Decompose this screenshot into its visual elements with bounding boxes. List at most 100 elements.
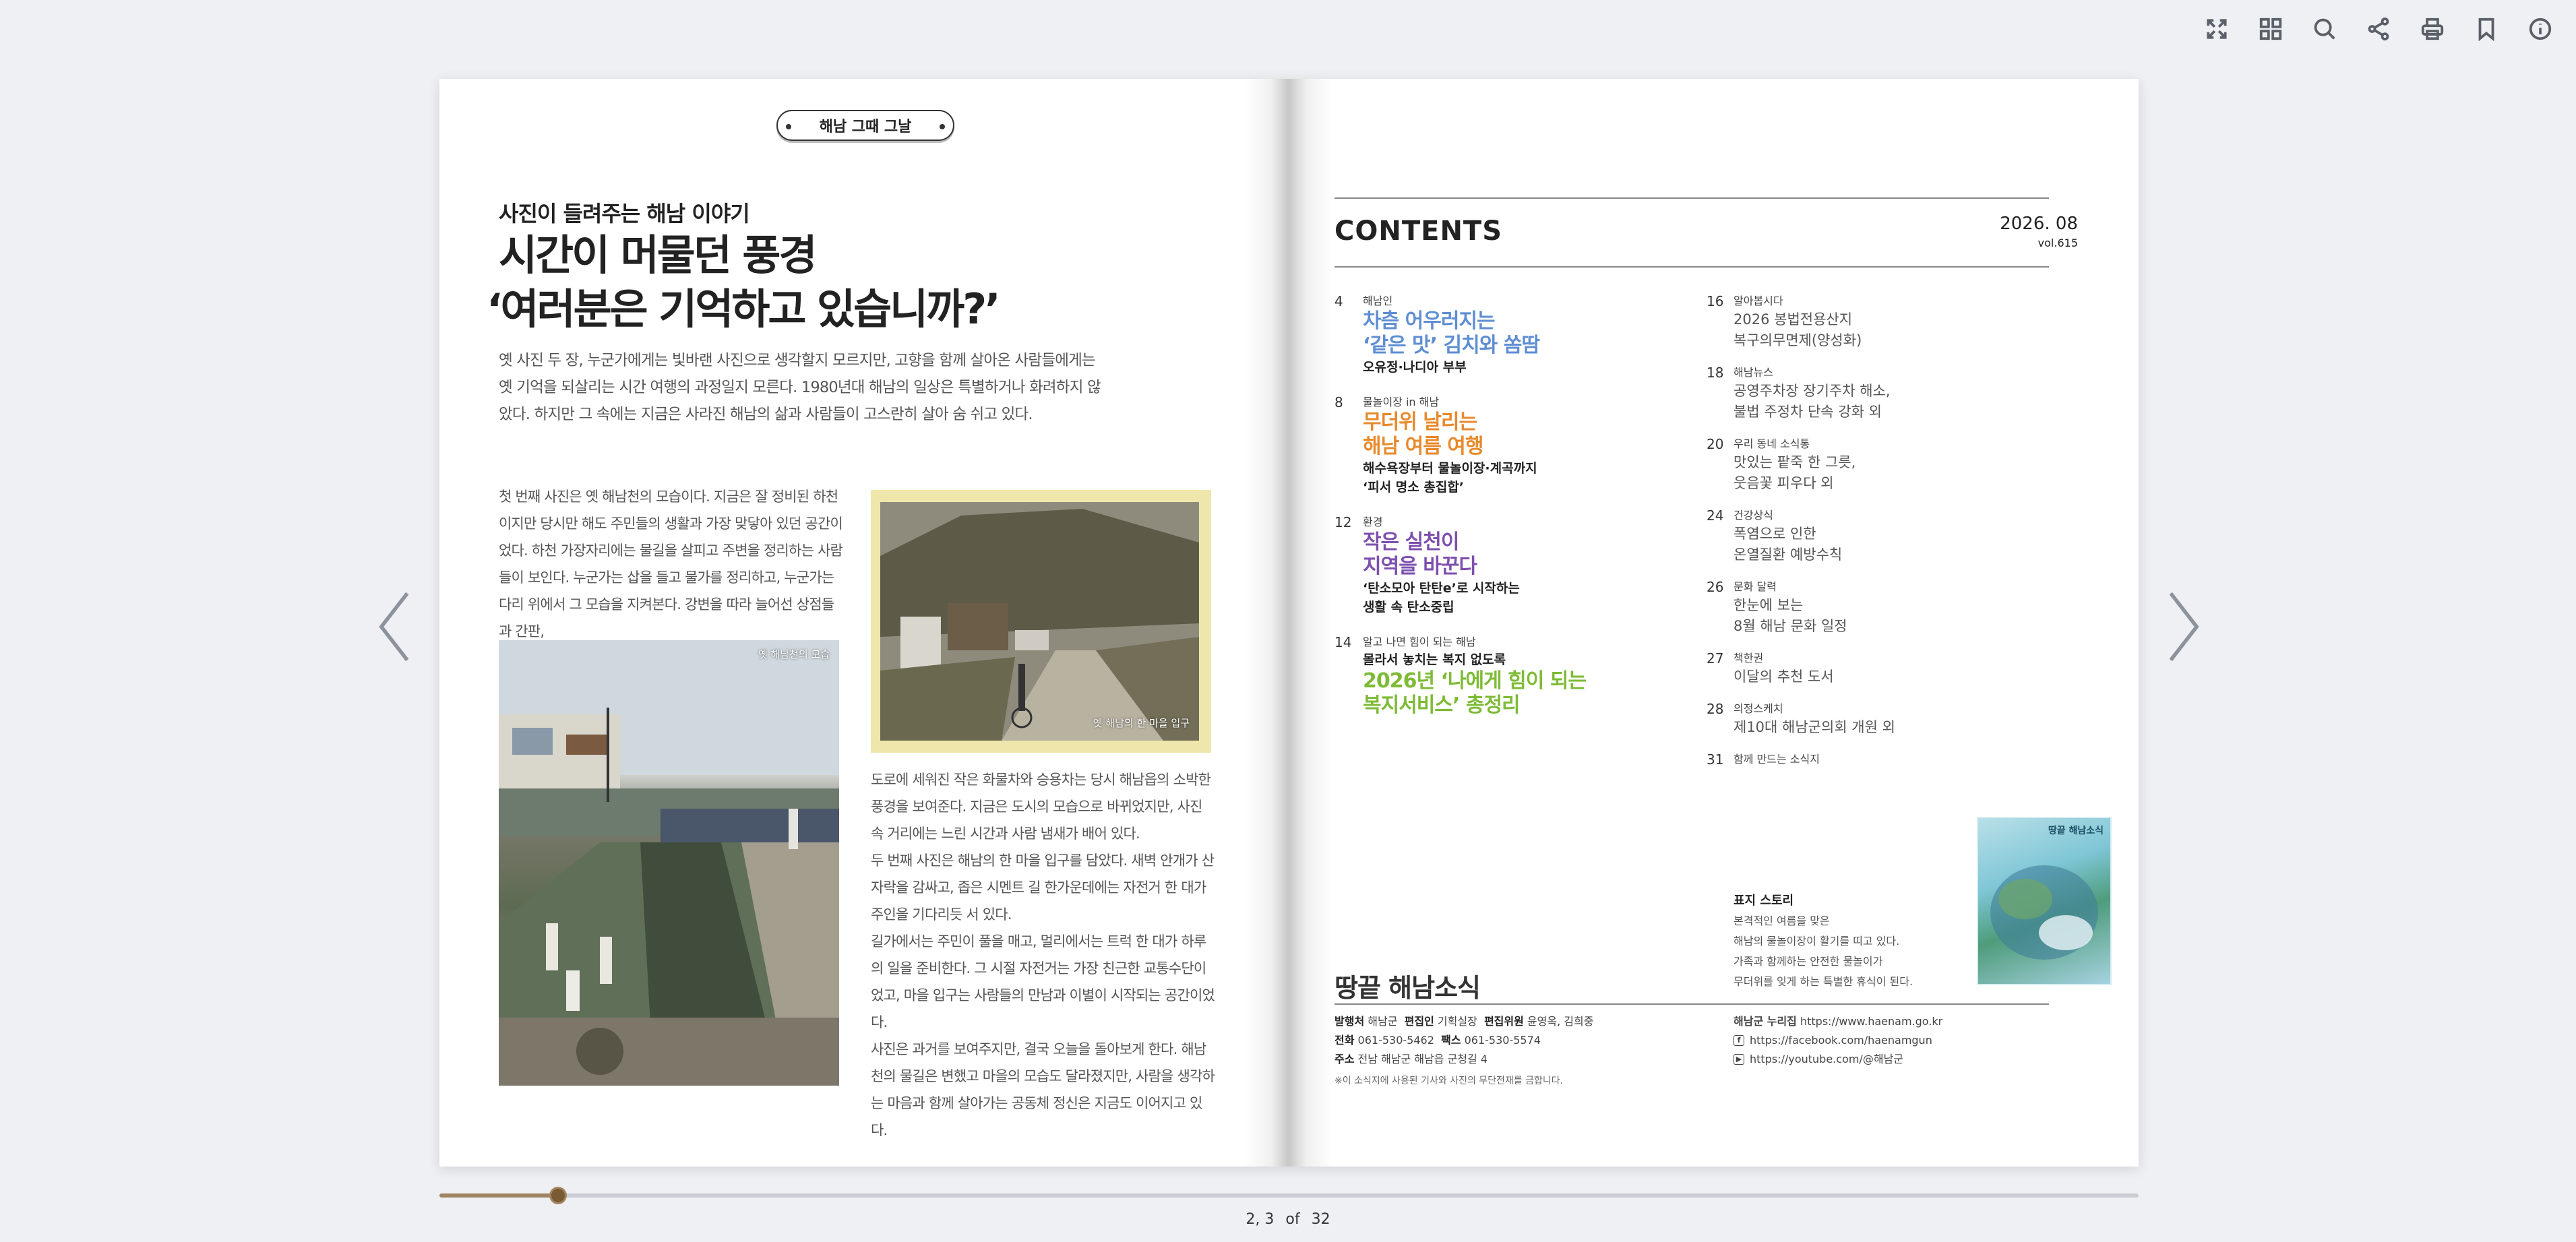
toc-category: 함께 만드는 소식지: [1734, 753, 1820, 766]
toc-headline: 복지서비스’ 총정리: [1363, 693, 1521, 717]
page-of-label: of: [1285, 1211, 1300, 1228]
toc-category: 해남뉴스: [1734, 366, 1773, 379]
toc-page-number: 4: [1335, 293, 1343, 309]
cover-thumbnail[interactable]: 땅끝 해남소식: [1977, 817, 2112, 985]
print-icon[interactable]: [2417, 13, 2448, 44]
divider: [1335, 197, 2049, 199]
toc-subtitle: 몰라서 놓치는 복지 없도록: [1363, 652, 1506, 667]
editorial-label: 편집위원: [1483, 1015, 1524, 1028]
photo-stream-illustration: [499, 640, 839, 1086]
toc-headline: 작은 실천이: [1363, 530, 1459, 554]
section-tag: 해남 그때 그날: [776, 110, 954, 141]
divider: [1335, 266, 2049, 268]
photo2-caption: 옛 해남의 한 마을 입구: [1093, 717, 1190, 729]
toc-category: 알아봅시다: [1734, 294, 1783, 307]
slider-handle[interactable]: [549, 1187, 568, 1204]
colophon: 발행처 해남군 편집인 기획실장 편집위원 윤영옥, 김희중 전화 061-53…: [1335, 1012, 1712, 1090]
toc-title: 불법 주정차 단속 강화 외: [1734, 404, 1882, 420]
fax-label: 팩스: [1441, 1034, 1461, 1047]
body-col2-paragraph-2: 두 번째 사진은 해남의 한 마을 입구를 담았다. 새벽 안개가 산자락을 감…: [871, 852, 1215, 923]
toc-item[interactable]: 24 건강상식 폭염으로 인한 온열질환 예방수칙: [1707, 507, 2044, 565]
toc-page-number: 31: [1707, 751, 1724, 768]
page-slider[interactable]: [439, 1187, 2139, 1204]
toc-subtitle: 생활 속 탄소중립: [1363, 600, 1454, 615]
photo-village-illustration: [880, 502, 1199, 741]
page-right[interactable]: CONTENTS 2026. 08 vol.615 4 해남인 차츰 어우러지는…: [1289, 79, 2139, 1167]
headline-line-1: 시간이 머물던 풍경: [499, 230, 817, 280]
toc-item[interactable]: 20 우리 동네 소식통 맛있는 팥죽 한 그릇, 웃음꽃 피우다 외: [1707, 436, 2044, 494]
toc-category: 알고 나면 힘이 되는 해남: [1363, 635, 1476, 648]
bookmark-icon[interactable]: [2471, 13, 2502, 44]
toc-category: 건강상식: [1734, 509, 1773, 522]
toc-category: 해남인: [1363, 294, 1393, 307]
photo1-caption: 옛 해남천의 모습: [758, 648, 830, 660]
toc-item[interactable]: 16 알아봅시다 2026 봉법전용산지 복구의무면제(양성화): [1707, 293, 2044, 351]
copyright-notice: ※이 소식지에 사용된 기사와 사진의 무단전재를 금합니다.: [1335, 1076, 1564, 1086]
facebook-link[interactable]: https://facebook.com/haenamgun: [1750, 1031, 1932, 1050]
toc-page-number: 16: [1707, 293, 1724, 309]
photo-old-haenamcheon: 옛 해남천의 모습: [499, 640, 839, 1086]
toc-title: 복구의무면제(양성화): [1734, 332, 1862, 348]
toc-headline: ‘같은 맛’ 김치와 쏨땀: [1363, 334, 1540, 357]
info-icon[interactable]: [2525, 13, 2556, 44]
youtube-icon: ▶: [1734, 1054, 1744, 1065]
editorial-value: 윤영옥, 김희중: [1527, 1015, 1594, 1028]
publisher-label: 발행처: [1335, 1015, 1365, 1028]
cover-story-line: 해남의 물놀이장이 활기를 띠고 있다.: [1734, 935, 1900, 948]
toc-item[interactable]: 27 책한권 이달의 추천 도서: [1707, 650, 2044, 687]
toc-title: 제10대 해남군의회 개원 외: [1734, 719, 1895, 735]
cover-story-line: 무더위를 잊게 하는 특별한 휴식이 된다.: [1734, 975, 1913, 988]
toc-title: 맛있는 팥죽 한 그릇,: [1734, 454, 1856, 470]
cover-story-line: 가족과 함께하는 안전한 물놀이가: [1734, 955, 1883, 968]
toc-headline: 지역을 바꾼다: [1363, 555, 1477, 578]
toc-title: 한눈에 보는: [1734, 597, 1804, 613]
toc-title: 2026 봉법전용산지: [1734, 311, 1853, 328]
toc-item[interactable]: 26 문화 달력 한눈에 보는 8월 해남 문화 일정: [1707, 579, 2044, 637]
contact-links: 해남군 누리집 https://www.haenam.go.kr f https…: [1734, 1012, 2044, 1069]
toc-category: 우리 동네 소식통: [1734, 437, 1810, 450]
toc-page-number: 8: [1335, 394, 1343, 410]
toc-item[interactable]: 8 물놀이장 in 해남 무더위 날리는 해남 여름 여행 해수욕장부터 물놀이…: [1335, 394, 1685, 497]
thumbnails-icon[interactable]: [2255, 13, 2286, 44]
toc-item[interactable]: 28 의정스케치 제10대 해남군의회 개원 외: [1707, 701, 2044, 738]
share-icon[interactable]: [2363, 13, 2394, 44]
toc-headline: 차츰 어우러지는: [1363, 309, 1496, 333]
search-icon[interactable]: [2309, 13, 2340, 44]
page-left[interactable]: 해남 그때 그날 사진이 들려주는 해남 이야기 시간이 머물던 풍경 ‘여러분…: [439, 79, 1289, 1167]
toc-title: 온열질환 예방수칙: [1734, 547, 1843, 563]
divider: [1335, 1003, 2049, 1005]
phone-value: 061-530-5462: [1357, 1034, 1434, 1047]
body-col2-paragraph-3: 길가에서는 주민이 풀을 매고, 멀리에서는 트럭 한 대가 하루의 일을 준비…: [871, 933, 1215, 1030]
brand-logo: 땅끝 해남소식: [1335, 973, 1481, 1003]
book-spread: 해남 그때 그날 사진이 들려주는 해남 이야기 시간이 머물던 풍경 ‘여러분…: [439, 79, 2139, 1167]
previous-page-button[interactable]: [367, 586, 421, 667]
address-value: 전남 해남군 해남읍 군청길 4: [1357, 1053, 1488, 1065]
fax-value: 061-530-5574: [1464, 1034, 1541, 1047]
toc-headline: 무더위 날리는: [1363, 410, 1477, 434]
toc-title: 이달의 추천 도서: [1734, 669, 1834, 685]
toc-item[interactable]: 12 환경 작은 실천이 지역을 바꾼다 ‘탄소모아 탄탄e’로 시작하는 생활…: [1335, 514, 1685, 617]
photo-village-entrance: 옛 해남의 한 마을 입구: [871, 490, 1211, 753]
toc-subtitle: 해수욕장부터 물놀이장·계곡까지: [1363, 461, 1537, 476]
chevron-left-icon: [379, 592, 409, 662]
toc-page-number: 26: [1707, 579, 1724, 595]
facebook-icon: f: [1734, 1035, 1744, 1046]
toc-category: 책한권: [1734, 652, 1764, 664]
youtube-link[interactable]: https://youtube.com/@해남군: [1750, 1050, 1903, 1069]
toc-list: 16 알아봅시다 2026 봉법전용산지 복구의무면제(양성화) 18 해남뉴스…: [1707, 293, 2044, 781]
cover-story-title: 표지 스토리: [1734, 894, 1794, 908]
toc-item[interactable]: 4 해남인 차츰 어우러지는 ‘같은 맛’ 김치와 쏨땀 오유정·나디아 부부: [1335, 293, 1685, 377]
toc-page-number: 20: [1707, 436, 1724, 452]
issue-volume: vol.615: [2037, 237, 2078, 249]
toc-title: 폭염으로 인한: [1734, 526, 1816, 542]
next-page-button[interactable]: [2157, 586, 2211, 667]
toc-item[interactable]: 18 해남뉴스 공영주차장 장기주차 해소, 불법 주정차 단속 강화 외: [1707, 365, 2044, 423]
toc-category: 환경: [1363, 516, 1383, 528]
body-col2-paragraph-1: 도로에 세워진 작은 화물차와 승용차는 당시 해남읍의 소박한 풍경을 보여준…: [871, 772, 1211, 842]
body-column-1: 첫 번째 사진은 옛 해남천의 모습이다. 지금은 잘 정비된 하천이지만 당시…: [499, 489, 843, 640]
fullscreen-icon[interactable]: [2201, 13, 2232, 44]
current-pages: 2, 3: [1246, 1211, 1275, 1228]
website-link[interactable]: https://www.haenam.go.kr: [1800, 1015, 1942, 1028]
toc-item[interactable]: 31 함께 만드는 소식지: [1707, 751, 2044, 768]
toc-item[interactable]: 14 알고 나면 힘이 되는 해남 몰라서 놓치는 복지 없도록 2026년 ‘…: [1335, 634, 1685, 718]
